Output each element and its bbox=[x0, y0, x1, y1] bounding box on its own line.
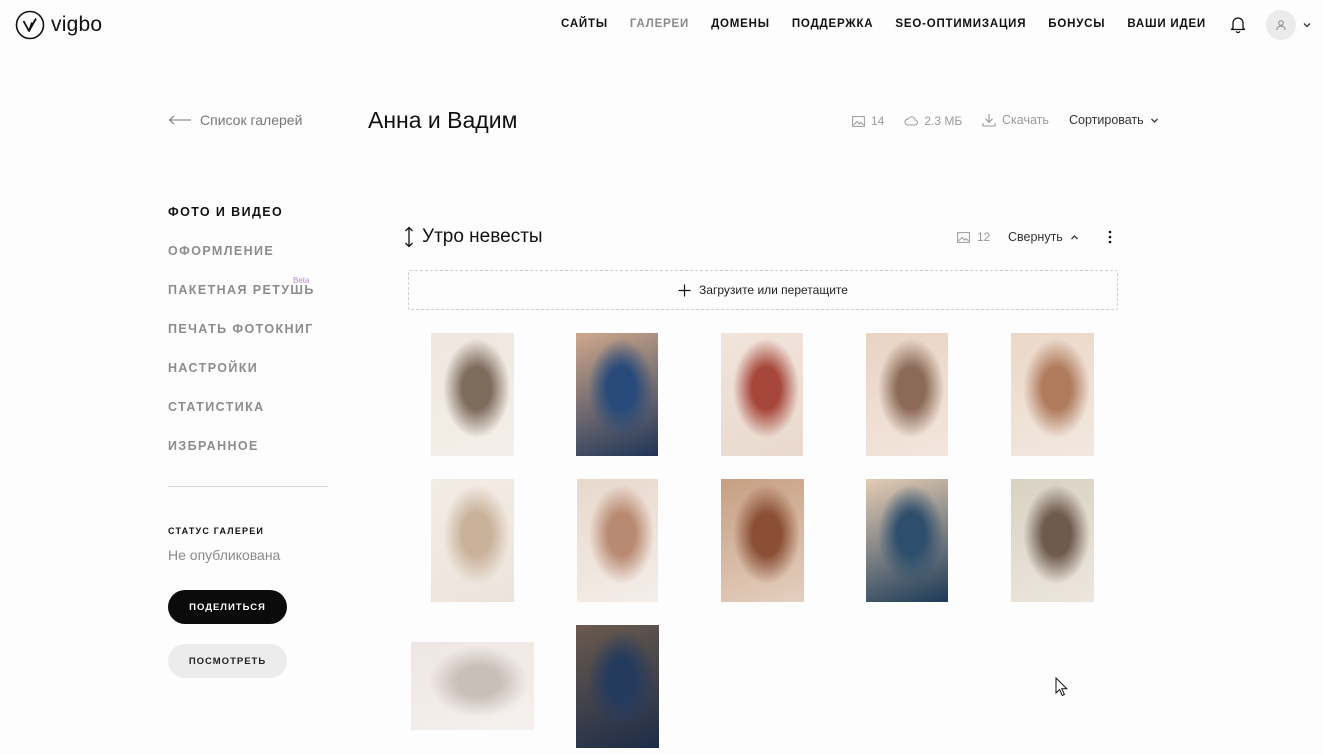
sidebar-item-batch-retouch[interactable]: ПАКЕТНАЯ РЕТУШЬ Beta bbox=[168, 276, 328, 322]
nav-support[interactable]: ПОДДЕРЖКА bbox=[792, 18, 874, 30]
share-button[interactable]: ПОДЕЛИТЬСЯ bbox=[168, 590, 287, 624]
bell-icon[interactable] bbox=[1228, 14, 1248, 34]
nav-seo[interactable]: SEO-ОПТИМИЗАЦИЯ bbox=[895, 18, 1026, 30]
image-icon bbox=[852, 115, 865, 127]
upload-dropzone[interactable]: Загрузите или перетащите bbox=[408, 270, 1118, 310]
page-title: Анна и Вадим bbox=[368, 107, 518, 133]
chevron-up-icon bbox=[1070, 234, 1078, 239]
collapse-label: Свернуть bbox=[1008, 230, 1063, 244]
back-to-galleries-link[interactable]: Список галерей bbox=[168, 112, 302, 128]
photo-groom-cufflinks[interactable] bbox=[576, 625, 659, 748]
gallery-status-label: СТАТУС ГАЛЕРЕИ bbox=[168, 526, 265, 536]
photo-bride-portrait[interactable] bbox=[1011, 479, 1094, 602]
sidebar-item-photo-video[interactable]: ФОТО И ВИДЕО bbox=[168, 205, 328, 244]
section-header: Утро невесты bbox=[404, 226, 543, 248]
nav-bonuses[interactable]: БОНУСЫ bbox=[1048, 18, 1105, 30]
back-link-label: Список галерей bbox=[200, 112, 303, 128]
sidebar-item-statistics[interactable]: СТАТИСТИКА bbox=[168, 400, 328, 439]
sidebar-item-favorites[interactable]: ИЗБРАННОЕ bbox=[168, 439, 328, 478]
cloud-icon bbox=[904, 116, 919, 126]
nav-domains[interactable]: ДОМЕНЫ bbox=[711, 18, 770, 30]
sidebar-item-settings[interactable]: НАСТРОЙКИ bbox=[168, 361, 328, 400]
download-icon bbox=[982, 114, 996, 127]
nav-galleries[interactable]: ГАЛЕРЕИ bbox=[630, 18, 689, 30]
sort-label: Сортировать bbox=[1069, 113, 1144, 127]
gallery-status-value: Не опубликована bbox=[168, 547, 281, 563]
logo-text: vigbo bbox=[51, 13, 103, 36]
drag-handle-icon[interactable] bbox=[404, 226, 414, 248]
photo-dress-bed[interactable] bbox=[866, 479, 948, 602]
plus-icon bbox=[678, 284, 691, 296]
chevron-down-icon bbox=[1150, 118, 1158, 123]
gallery-meta: 14 2.3 МБ bbox=[852, 114, 962, 128]
main-nav: САЙТЫ ГАЛЕРЕИ ДОМЕНЫ ПОДДЕРЖКА SEO-ОПТИМ… bbox=[561, 18, 1206, 30]
sidebar: ФОТО И ВИДЕО ОФОРМЛЕНИЕ ПАКЕТНАЯ РЕТУШЬ … bbox=[168, 205, 328, 478]
vigbo-logo-icon bbox=[15, 10, 45, 40]
section-photo-count: 12 bbox=[957, 230, 990, 244]
photo-bride-window[interactable] bbox=[431, 479, 514, 602]
beta-badge: Beta bbox=[293, 276, 310, 285]
section-count-value: 12 bbox=[977, 230, 991, 244]
sidebar-divider bbox=[168, 486, 328, 487]
photo-bride-mirror[interactable] bbox=[431, 333, 514, 456]
sidebar-item-photobook-print[interactable]: ПЕЧАТЬ ФОТОКНИГ bbox=[168, 322, 328, 361]
arrow-left-icon bbox=[168, 115, 191, 125]
photo-dress-buttons[interactable] bbox=[577, 479, 658, 602]
download-button[interactable]: Скачать bbox=[982, 113, 1049, 127]
download-label: Скачать bbox=[1002, 113, 1049, 127]
view-button[interactable]: ПОСМОТРЕТЬ bbox=[168, 644, 287, 678]
gallery-size: 2.3 МБ bbox=[924, 114, 963, 128]
user-icon bbox=[1276, 20, 1286, 31]
image-icon bbox=[957, 231, 970, 243]
nav-ideas[interactable]: ВАШИ ИДЕИ bbox=[1127, 18, 1206, 30]
photo-red-shoes[interactable] bbox=[721, 333, 803, 456]
sort-dropdown[interactable]: Сортировать bbox=[1069, 113, 1159, 127]
section-title: Утро невесты bbox=[422, 226, 543, 247]
photo-mirror-shoes[interactable] bbox=[721, 479, 804, 602]
collapse-button[interactable]: Свернуть bbox=[1008, 230, 1079, 244]
photo-rings-table[interactable] bbox=[866, 333, 948, 456]
logo[interactable]: vigbo bbox=[15, 10, 102, 40]
photo-dress-lace-back[interactable] bbox=[1011, 333, 1094, 456]
photo-count: 14 bbox=[871, 114, 885, 128]
chevron-down-icon[interactable] bbox=[1302, 20, 1312, 30]
avatar[interactable] bbox=[1266, 10, 1296, 40]
photo-shoes-floor[interactable] bbox=[411, 642, 534, 730]
more-options-icon[interactable] bbox=[1103, 229, 1117, 245]
top-navigation-bar: vigbo САЙТЫ ГАЛЕРЕИ ДОМЕНЫ ПОДДЕРЖКА SEO… bbox=[0, 0, 1323, 50]
photo-groom-suit[interactable] bbox=[576, 333, 658, 456]
upload-label: Загрузите или перетащите bbox=[699, 283, 848, 297]
mouse-cursor-icon bbox=[1055, 677, 1069, 697]
nav-sites[interactable]: САЙТЫ bbox=[561, 18, 608, 30]
